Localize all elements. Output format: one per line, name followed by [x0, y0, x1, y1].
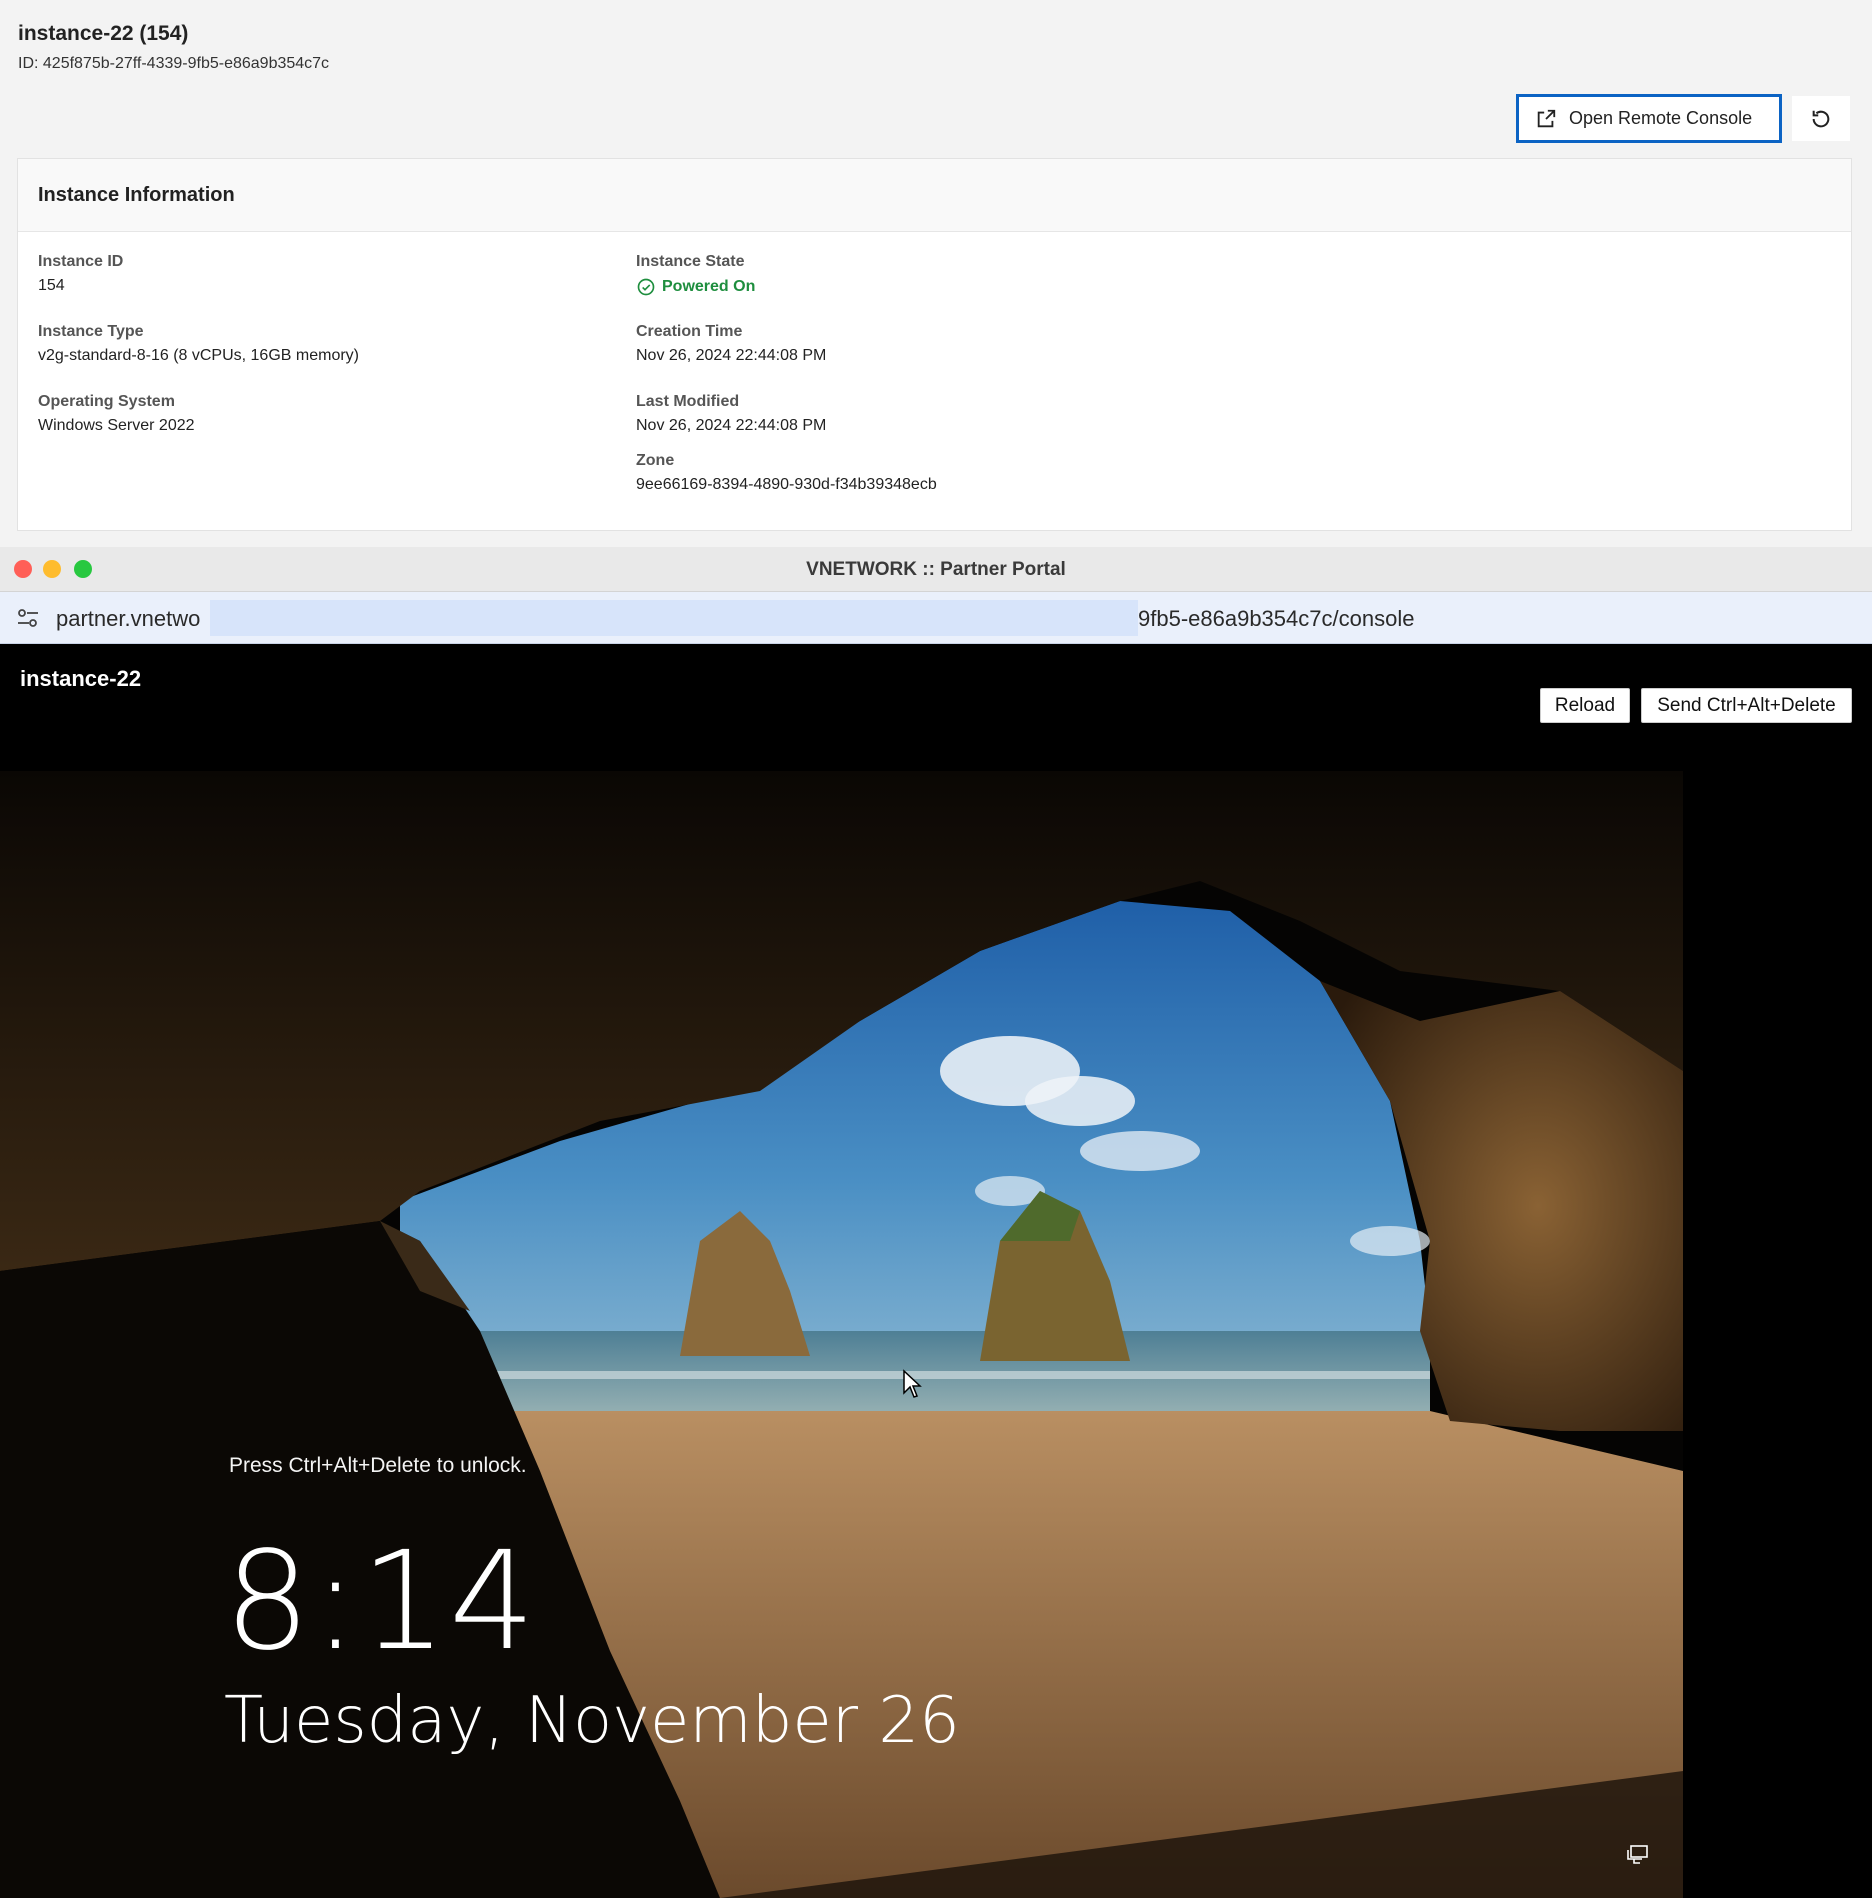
- window-title: VNETWORK :: Partner Portal: [806, 559, 1066, 580]
- field-label: Last Modified: [636, 393, 740, 410]
- field-value: Windows Server 2022: [38, 417, 195, 434]
- field-label: Zone: [636, 452, 675, 469]
- instance-information-card: Instance Information Instance ID 154 Ins…: [17, 158, 1852, 531]
- lock-screen-time: 8:14: [224, 1523, 538, 1681]
- field-last-modified: Last Modified Nov 26, 2024 22:44:08 PM: [636, 393, 826, 435]
- field-creation-time: Creation Time Nov 26, 2024 22:44:08 PM: [636, 323, 826, 365]
- field-value: Nov 26, 2024 22:44:08 PM: [636, 347, 827, 364]
- status-badge: Powered On: [636, 277, 755, 297]
- page-title: instance-22 (154): [18, 22, 189, 45]
- open-remote-console-label: Open Remote Console: [1569, 108, 1753, 128]
- field-label: Operating System: [38, 393, 175, 410]
- external-link-icon: [1537, 109, 1556, 127]
- instance-uuid: ID: 425f875b-27ff-4339-9fb5-e86a9b354c7c: [18, 55, 330, 72]
- send-ctrl-alt-delete-button[interactable]: Send Ctrl+Alt+Delete: [1641, 688, 1852, 723]
- console-title: instance-22: [20, 666, 142, 691]
- refresh-button[interactable]: [1792, 96, 1850, 141]
- field-instance-type: Instance Type v2g-standard-8-16 (8 vCPUs…: [38, 323, 359, 365]
- url-text-start: partner.vnetwo: [56, 606, 201, 631]
- browser-window: VNETWORK :: Partner Portal partner.vnetw…: [0, 547, 1872, 1898]
- field-value: 154: [38, 277, 65, 294]
- field-value: 9ee66169-8394-4890-930d-f34b39348ecb: [636, 476, 937, 493]
- lock-screen-date: Tuesday, November 26: [224, 1684, 960, 1758]
- check-circle-icon: [637, 278, 655, 296]
- refresh-icon: [1812, 110, 1830, 127]
- card-title: Instance Information: [18, 159, 1851, 232]
- open-remote-console-button[interactable]: Open Remote Console: [1516, 94, 1782, 143]
- url-selection-highlight: [210, 600, 1138, 636]
- status-text: Powered On: [662, 278, 756, 295]
- window-titlebar: VNETWORK :: Partner Portal: [0, 547, 1872, 592]
- lock-message: Press Ctrl+Alt+Delete to unlock.: [229, 1454, 527, 1477]
- field-label: Instance State: [636, 253, 745, 270]
- mouse-pointer-icon: [903, 1369, 922, 1398]
- field-operating-system: Operating System Windows Server 2022: [38, 393, 195, 435]
- field-instance-id: Instance ID 154: [38, 253, 123, 295]
- reload-button[interactable]: Reload: [1540, 688, 1630, 723]
- field-instance-state: Instance State Powered On: [636, 253, 755, 297]
- field-label: Creation Time: [636, 323, 743, 340]
- field-label: Instance ID: [38, 253, 124, 270]
- field-label: Instance Type: [38, 323, 144, 340]
- network-icon[interactable]: [1626, 1844, 1650, 1866]
- url-text-end: 9fb5-e86a9b354c7c/console: [1138, 606, 1415, 631]
- remote-console[interactable]: instance-22 Reload Send Ctrl+Alt+Delete: [0, 644, 1872, 1898]
- site-settings-icon[interactable]: [16, 607, 40, 629]
- field-value: Nov 26, 2024 22:44:08 PM: [636, 417, 827, 434]
- address-bar[interactable]: partner.vnetwo 9fb5-e86a9b354c7c/console: [0, 592, 1872, 644]
- field-zone: Zone 9ee66169-8394-4890-930d-f34b39348ec…: [636, 452, 937, 494]
- field-value: v2g-standard-8-16 (8 vCPUs, 16GB memory): [38, 347, 359, 364]
